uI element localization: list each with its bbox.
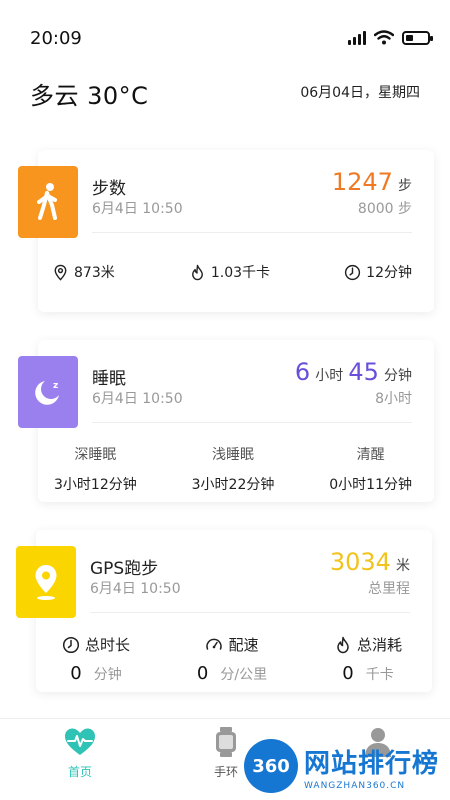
sleep-title: 睡眠 <box>92 369 126 389</box>
clock-icon <box>62 636 80 653</box>
sleep-hours-unit: 小时 <box>315 368 344 384</box>
flame-icon <box>191 264 203 280</box>
gps-pace-value: 0 <box>196 663 209 684</box>
steps-divider <box>92 232 412 233</box>
gps-datetime: 6月4日 10:50 <box>90 581 181 597</box>
awake-col: 清醒 0小时11分钟 <box>329 444 412 494</box>
sleep-breakdown: 深睡眠 3小时12分钟 浅睡眠 3小时22分钟 清醒 0小时11分钟 <box>38 444 434 494</box>
sleep-hours: 6 <box>294 358 311 386</box>
gps-calories-label: 总消耗 <box>356 636 402 654</box>
sleep-datetime: 6月4日 10:50 <box>92 391 183 407</box>
gps-total-time-value: 0 <box>70 663 82 684</box>
light-sleep-value: 3小时22分钟 <box>191 477 275 493</box>
gps-card[interactable]: GPS跑步 6月4日 10:50 3034 米 总里程 总时长 0 分钟 配速 0… <box>16 530 432 692</box>
watch-icon <box>216 727 236 757</box>
sleep-divider <box>92 422 412 423</box>
speedometer-icon <box>206 638 223 650</box>
status-icons <box>348 30 433 45</box>
gps-total-time: 总时长 0 分钟 <box>62 634 130 684</box>
steps-calories: 1.03千卡 <box>189 262 270 282</box>
steps-count-unit: 步 <box>398 178 412 194</box>
light-sleep-label: 浅睡眠 <box>211 447 254 463</box>
deep-sleep-value: 3小时12分钟 <box>54 477 137 493</box>
signal-icon <box>348 30 366 45</box>
watermark-subtitle: WANGZHAN360.CN <box>304 781 406 791</box>
walking-person-icon <box>37 183 57 220</box>
sleep-summary: 6 小时 45 分钟 8小时 <box>295 358 412 408</box>
watermark-title: 网站排行榜 <box>304 749 440 779</box>
awake-value: 0小时11分钟 <box>329 477 412 493</box>
steps-count: 1247 <box>331 168 393 196</box>
status-bar: 20:09 <box>0 0 450 78</box>
steps-duration-value: 12分钟 <box>366 265 412 281</box>
gps-distance-unit: 米 <box>396 558 410 574</box>
gps-pace-label: 配速 <box>228 636 259 654</box>
gps-calories: 总消耗 0 千卡 <box>334 634 402 684</box>
deep-sleep-label: 深睡眠 <box>74 447 117 463</box>
status-time: 20:09 <box>30 28 82 49</box>
map-pin-icon <box>35 565 57 600</box>
steps-distance: 873米 <box>52 262 115 282</box>
sleep-minutes-unit: 分钟 <box>384 368 412 384</box>
watermark-logo: 360 网站排行榜 WANGZHAN360.CN <box>244 735 450 800</box>
gps-icon-badge <box>16 546 76 618</box>
gps-summary: 3034 米 总里程 <box>330 548 410 598</box>
awake-label: 清醒 <box>356 447 385 463</box>
gps-distance: 3034 <box>329 548 391 576</box>
location-pin-icon <box>54 264 67 281</box>
light-sleep-col: 浅睡眠 3小时22分钟 <box>192 444 275 494</box>
sleep-icon-badge: z <box>18 356 78 428</box>
gps-pace: 配速 0 分/公里 <box>197 634 267 684</box>
weather-text: 多云 30°C <box>30 82 149 110</box>
watermark-badge: 360 <box>244 739 298 793</box>
steps-duration: 12分钟 <box>344 262 412 282</box>
heart-pulse-icon <box>65 728 95 755</box>
wifi-icon <box>374 30 394 45</box>
steps-datetime: 6月4日 10:50 <box>92 201 183 217</box>
steps-title: 步数 <box>92 179 126 199</box>
tab-home[interactable]: 首页 <box>50 719 110 780</box>
gps-calories-unit: 千卡 <box>365 667 394 683</box>
gps-distance-label: 总里程 <box>368 581 410 597</box>
gps-calories-value: 0 <box>342 663 354 684</box>
steps-goal: 8000 步 <box>357 201 412 217</box>
date-text: 06月04日，星期四 <box>300 85 420 101</box>
gps-pace-unit: 分/公里 <box>220 667 268 683</box>
svg-text:z: z <box>53 381 58 391</box>
steps-icon-badge <box>18 166 78 238</box>
steps-distance-value: 873米 <box>74 265 115 281</box>
flame-icon <box>337 636 349 653</box>
moon-icon: z <box>35 381 59 405</box>
gps-divider <box>90 612 410 613</box>
sleep-goal: 8小时 <box>375 391 412 407</box>
sleep-card[interactable]: z 睡眠 6月4日 10:50 6 小时 45 分钟 8小时 深睡眠 3小时12… <box>18 340 434 502</box>
sleep-minutes: 45 <box>348 358 379 386</box>
gps-title: GPS跑步 <box>90 559 159 579</box>
deep-sleep-col: 深睡眠 3小时12分钟 <box>54 444 137 494</box>
steps-card[interactable]: 步数 6月4日 10:50 1247 步 8000 步 873米 1.03千卡 … <box>18 150 434 312</box>
gps-stats: 总时长 0 分钟 配速 0 分/公里 总消耗 0 千卡 <box>36 634 432 684</box>
steps-calories-value: 1.03千卡 <box>210 265 271 281</box>
gps-total-time-unit: 分钟 <box>93 667 122 683</box>
steps-summary: 1247 步 8000 步 <box>332 168 412 218</box>
gps-total-time-label: 总时长 <box>85 636 131 654</box>
tab-home-label: 首页 <box>67 765 92 779</box>
clock-icon <box>345 264 361 280</box>
steps-stats: 873米 1.03千卡 12分钟 <box>38 262 434 282</box>
battery-icon <box>402 30 433 45</box>
header: 多云 30°C 06月04日，星期四 <box>0 70 450 120</box>
